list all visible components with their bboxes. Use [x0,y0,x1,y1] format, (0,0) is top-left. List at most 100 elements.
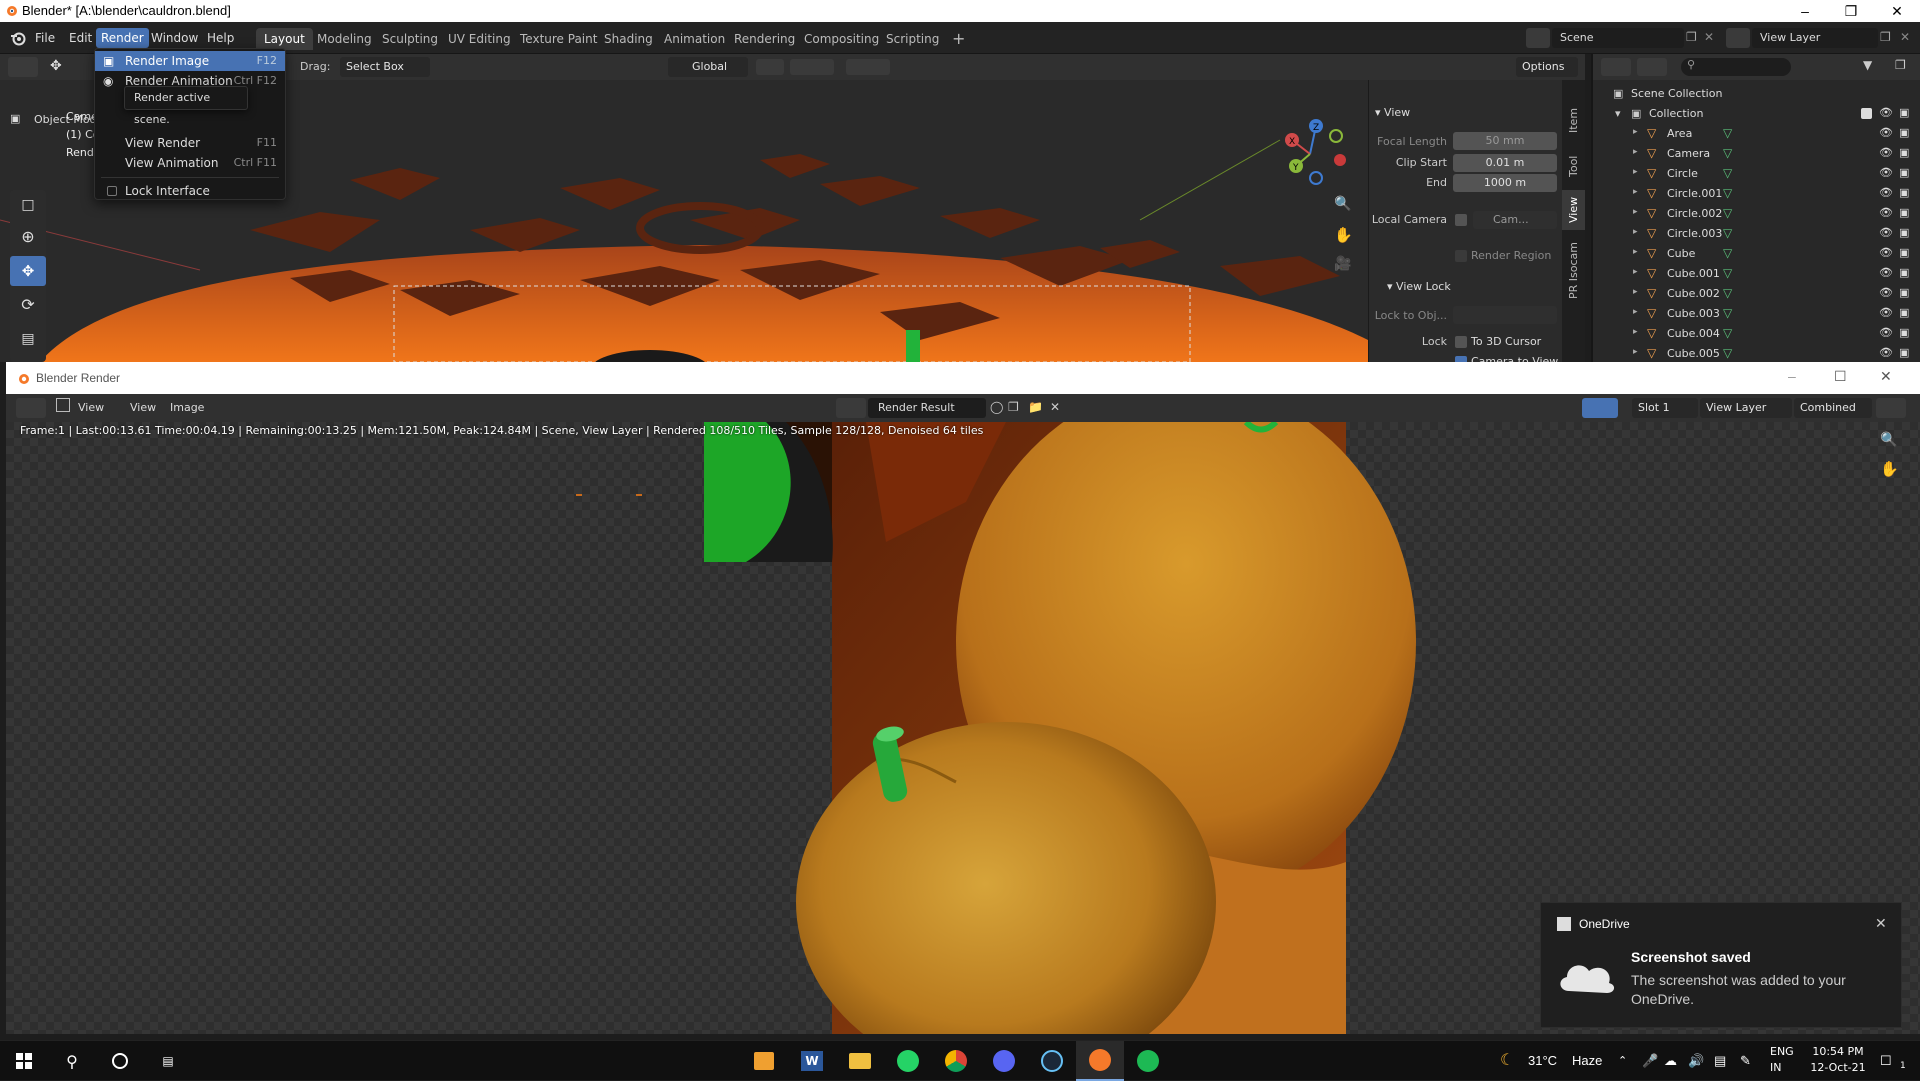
tab-layout[interactable]: Layout [256,28,313,50]
object-data-icon[interactable]: ▽ [1723,286,1732,300]
scale-tool-icon[interactable]: ▤ [10,324,46,354]
weather-temp[interactable]: 31°C [1528,1041,1557,1081]
menu-file[interactable]: File [30,28,60,48]
view-panel-header[interactable]: ▾ View [1375,106,1410,119]
tab-uv-editing[interactable]: UV Editing [440,28,519,50]
outliner-row[interactable]: ▸ ▽ Circle ▽ 👁 ▣ [1593,164,1920,184]
image-menu[interactable]: Image [170,401,204,414]
search-icon[interactable]: ⚲ [48,1041,96,1081]
gizmo-toggle-icon[interactable] [1582,398,1618,418]
slot-dropdown[interactable]: Slot 1 [1632,398,1698,418]
minimize-button[interactable]: – [1788,368,1796,384]
render-camera-icon[interactable]: ▣ [1899,166,1909,179]
new-scene-icon[interactable]: ❐ [1686,30,1702,46]
render-camera-icon[interactable]: ▣ [1899,306,1909,319]
eye-icon[interactable]: 👁 [1879,106,1893,119]
maximize-button[interactable]: ☐ [1834,368,1847,385]
delete-scene-icon[interactable]: ✕ [1704,30,1714,44]
to-3d-cursor-checkbox[interactable] [1455,336,1467,348]
expand-icon[interactable]: ▸ [1633,327,1638,337]
close-button[interactable]: ✕ [1874,0,1920,22]
pan-hand-icon[interactable]: ✋ [1880,460,1899,478]
render-camera-icon[interactable]: ▣ [1899,126,1909,139]
tab-pr-isocam[interactable]: PR Isocam [1562,236,1585,306]
outliner-row[interactable]: ▸ ▽ Cube.002 ▽ 👁 ▣ [1593,284,1920,304]
eye-icon[interactable]: 👁 [1879,246,1893,259]
object-data-icon[interactable]: ▽ [1723,206,1732,220]
eye-icon[interactable]: 👁 [1879,326,1893,339]
render-camera-icon[interactable]: ▣ [1899,286,1909,299]
outliner-row[interactable]: ▸ ▽ Cube.003 ▽ 👁 ▣ [1593,304,1920,324]
view-lock-header[interactable]: ▾ View Lock [1387,280,1451,293]
menu-render[interactable]: Render [96,28,149,48]
chrome-icon[interactable] [932,1041,980,1081]
local-camera-field[interactable]: Cam... [1473,211,1557,229]
outliner-search-input[interactable]: ⚲ [1681,58,1791,76]
tab-scripting[interactable]: Scripting [878,28,947,50]
editor-type-icon[interactable] [8,57,38,77]
add-workspace-button[interactable]: + [944,28,973,50]
render-camera-icon[interactable]: ▣ [1899,146,1909,159]
menu-item-view-render[interactable]: View Render F11 [95,133,285,153]
file-explorer-icon[interactable] [836,1041,884,1081]
network-icon[interactable]: ▤ [1714,1041,1726,1081]
blender-menu-icon[interactable] [10,30,26,46]
expand-icon[interactable]: ▸ [1633,207,1638,217]
unlink-image-icon[interactable]: ✕ [1050,400,1060,414]
outliner-row[interactable]: ▸ ▽ Circle.003 ▽ 👁 ▣ [1593,224,1920,244]
expand-icon[interactable]: ▸ [1633,287,1638,297]
lock-interface-checkbox[interactable] [107,186,117,196]
render-camera-icon[interactable]: ▣ [1899,106,1909,119]
object-data-icon[interactable]: ▽ [1723,126,1732,140]
object-data-icon[interactable]: ▽ [1723,266,1732,280]
object-data-icon[interactable]: ▽ [1723,226,1732,240]
task-view-icon[interactable]: ▤ [144,1041,192,1081]
mode-icon[interactable] [56,398,70,412]
zoom-icon[interactable]: 🔍 [1334,196,1351,212]
render-camera-icon[interactable]: ▣ [1899,266,1909,279]
whatsapp-icon[interactable] [884,1041,932,1081]
outliner-row[interactable]: ▸ ▽ Circle.001 ▽ 👁 ▣ [1593,184,1920,204]
eye-icon[interactable]: 👁 [1879,346,1893,359]
tab-shading[interactable]: Shading [596,28,661,50]
close-button[interactable]: ✕ [1880,368,1892,385]
cursor-icon[interactable]: ⊕ [10,222,46,252]
notification-center-icon[interactable]: ☐ [1880,1041,1892,1081]
minimize-button[interactable]: – [1782,0,1828,22]
view-layer-browse-icon[interactable] [1726,28,1750,48]
tab-sculpting[interactable]: Sculpting [374,28,446,50]
new-image-icon[interactable]: ❐ [1008,400,1019,414]
tab-texture-paint[interactable]: Texture Paint [512,28,605,50]
clock[interactable]: 10:54 PM 12-Oct-21 [1808,1044,1868,1076]
spotify-icon[interactable] [1124,1041,1172,1081]
eye-icon[interactable]: 👁 [1879,186,1893,199]
display-mode-icon[interactable] [1637,58,1667,76]
store-icon[interactable] [740,1041,788,1081]
expand-icon[interactable]: ▸ [1633,307,1638,317]
expand-icon[interactable]: ▸ [1633,147,1638,157]
toast-close-icon[interactable]: ✕ [1875,915,1887,932]
menu-edit[interactable]: Edit [64,28,97,48]
exclude-checkbox[interactable] [1861,108,1872,119]
expand-icon[interactable]: ▸ [1633,347,1638,357]
scene-browse-icon[interactable] [1526,28,1550,48]
tab-animation[interactable]: Animation [656,28,733,50]
discord-icon[interactable] [980,1041,1028,1081]
eye-icon[interactable]: 👁 [1879,146,1893,159]
blender-taskbar-icon[interactable] [1076,1041,1124,1081]
tab-rendering[interactable]: Rendering [726,28,803,50]
image-browse-icon[interactable] [836,398,866,418]
word-icon[interactable]: W [788,1041,836,1081]
weather-condition[interactable]: Haze [1572,1041,1602,1081]
clip-end-field[interactable]: 1000 m [1453,174,1557,192]
language-indicator[interactable]: ENG IN [1770,1044,1794,1076]
expand-icon[interactable]: ▸ [1633,167,1638,177]
render-camera-icon[interactable]: ▣ [1899,246,1909,259]
eye-icon[interactable]: 👁 [1879,226,1893,239]
eye-icon[interactable]: 👁 [1879,126,1893,139]
eye-icon[interactable]: 👁 [1879,286,1893,299]
tab-view[interactable]: View [1562,190,1585,230]
weather-icon[interactable]: ☾ [1500,1041,1514,1081]
eye-icon[interactable]: 👁 [1879,266,1893,279]
editor-type-icon[interactable] [16,398,46,418]
